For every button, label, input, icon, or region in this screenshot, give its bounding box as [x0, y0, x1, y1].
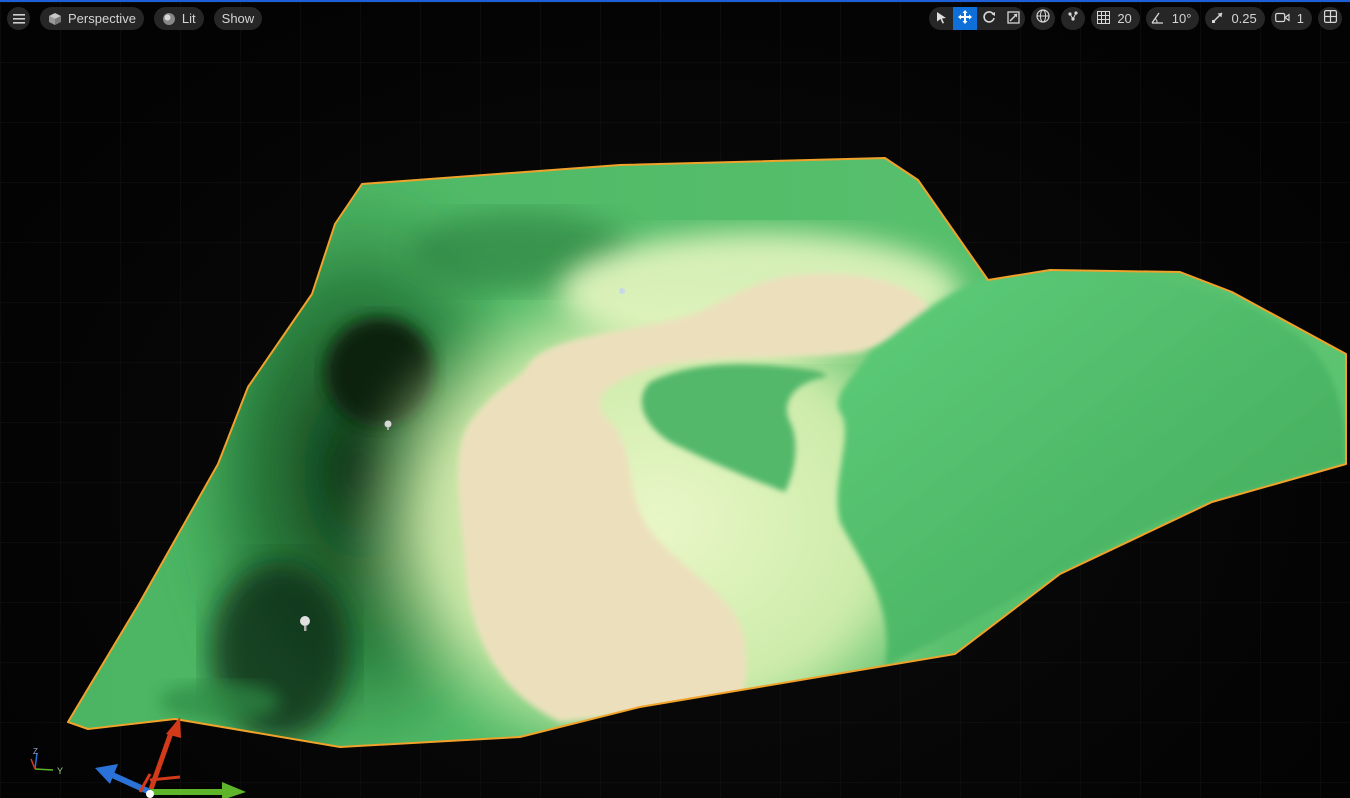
- select-arrow-icon: [936, 11, 947, 27]
- actor-marker[interactable]: [619, 288, 625, 294]
- grid-snap-group: 20: [1091, 7, 1140, 30]
- menu-icon: [12, 13, 25, 24]
- scale-icon: [1007, 10, 1020, 27]
- camera-speed-button[interactable]: [1271, 7, 1295, 30]
- viewport-toolbar-left: Perspective Lit Show: [7, 7, 272, 30]
- perspective-label: Perspective: [68, 11, 136, 26]
- cube-icon: [48, 12, 62, 26]
- camera-icon: [1275, 11, 1290, 26]
- scale-arrow-icon: [1211, 11, 1224, 27]
- rotation-snap-group: 10°: [1145, 7, 1200, 30]
- scale-mode-button[interactable]: [1001, 7, 1025, 30]
- show-button[interactable]: Show: [213, 7, 263, 30]
- axis-z-label: Z: [33, 747, 38, 756]
- scale-snap-group: 0.25: [1205, 7, 1265, 30]
- grid-icon: [1096, 10, 1110, 27]
- transform-mode-group: [929, 7, 1026, 30]
- perspective-button[interactable]: Perspective: [40, 7, 144, 30]
- lit-sphere-icon: [162, 12, 176, 26]
- translate-mode-button[interactable]: [953, 7, 978, 30]
- show-label: Show: [221, 11, 255, 26]
- translate-icon: [958, 10, 973, 27]
- axis-y-label: Y: [57, 766, 63, 776]
- rotation-snap-value[interactable]: 10°: [1170, 7, 1200, 30]
- camera-speed-value[interactable]: 1: [1295, 7, 1312, 30]
- select-mode-button[interactable]: [929, 7, 953, 30]
- rotation-snap-toggle[interactable]: [1146, 7, 1170, 30]
- level-viewport[interactable]: Z Y Perspective Lit Show 20 10° 0.25 1: [0, 0, 1350, 798]
- surface-snap-icon: [1066, 9, 1080, 28]
- world-local-toggle[interactable]: [1031, 7, 1056, 30]
- world-local-icon: [1036, 9, 1050, 28]
- viewport-layout-button[interactable]: [1318, 7, 1342, 30]
- angle-icon: [1151, 11, 1164, 27]
- lit-button[interactable]: Lit: [153, 7, 204, 30]
- surface-snap-toggle[interactable]: [1061, 7, 1086, 30]
- viewport-toolbar-right: 20 10° 0.25 1: [923, 7, 1342, 30]
- rotate-icon: [982, 10, 996, 27]
- scale-snap-toggle[interactable]: [1205, 7, 1229, 30]
- camera-speed-group: 1: [1270, 7, 1312, 30]
- rotate-mode-button[interactable]: [977, 7, 1001, 30]
- scale-snap-value[interactable]: 0.25: [1229, 7, 1264, 30]
- grid-snap-toggle[interactable]: [1091, 7, 1115, 30]
- viewport-menu-button[interactable]: [7, 7, 30, 30]
- scene-canvas[interactable]: Z Y: [0, 2, 1350, 798]
- lit-label: Lit: [181, 11, 196, 26]
- layout-icon: [1323, 9, 1337, 28]
- grid-snap-value[interactable]: 20: [1115, 7, 1139, 30]
